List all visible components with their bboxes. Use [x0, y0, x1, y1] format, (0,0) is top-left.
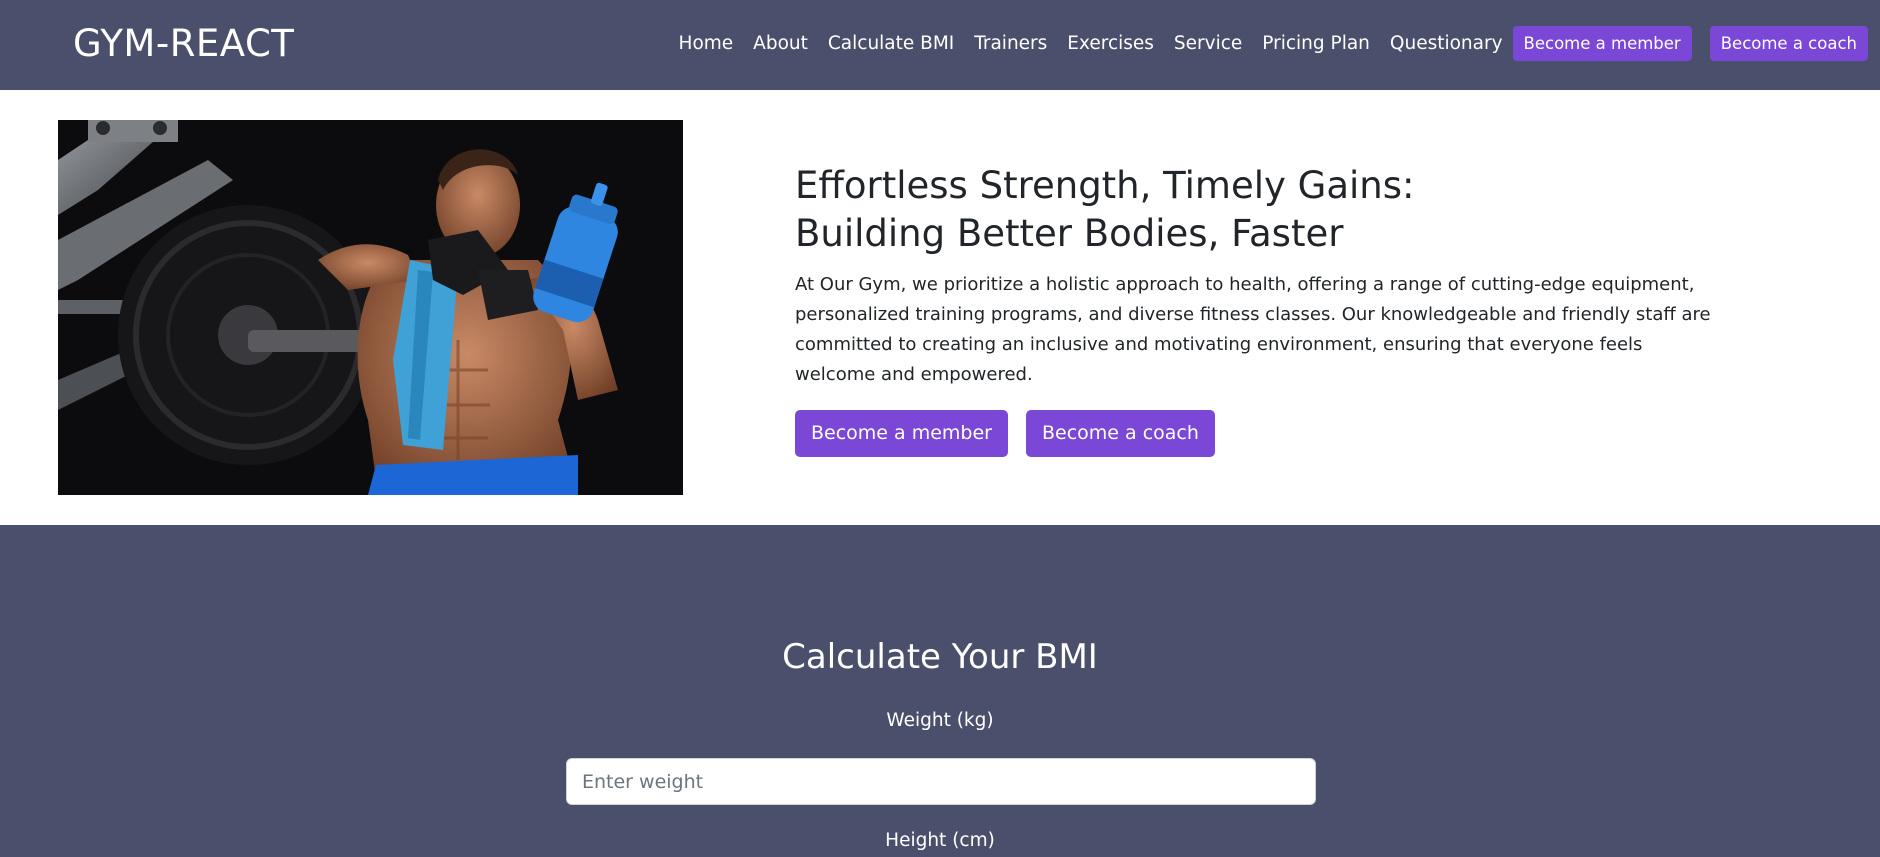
nav-become-member-button[interactable]: Become a member [1512, 25, 1692, 61]
nav-link-pricing-plan[interactable]: Pricing Plan [1262, 33, 1370, 54]
bmi-title: Calculate Your BMI [782, 637, 1098, 677]
hero-become-coach-button[interactable]: Become a coach [1025, 410, 1215, 457]
hero-section: Effortless Strength, Timely Gains: Build… [0, 90, 1880, 525]
bmi-section: Calculate Your BMI Weight (kg) Height (c… [0, 525, 1880, 857]
hero-text: Effortless Strength, Timely Gains: Build… [795, 162, 1715, 457]
navbar: GYM-REACT Home About Calculate BMI Train… [0, 0, 1880, 90]
hero-title: Effortless Strength, Timely Gains: Build… [795, 164, 1415, 255]
nav-link-exercises[interactable]: Exercises [1067, 33, 1154, 54]
nav-links: Home About Calculate BMI Trainers Exerci… [679, 23, 1868, 63]
hero-become-member-button[interactable]: Become a member [795, 410, 1008, 457]
nav-link-questionary[interactable]: Questionary [1390, 33, 1503, 54]
nav-link-home[interactable]: Home [679, 33, 734, 54]
brand-logo[interactable]: GYM-REACT [73, 22, 294, 65]
athlete-photo [58, 120, 683, 495]
nav-link-trainers[interactable]: Trainers [974, 33, 1047, 54]
hero-actions: Become a member Become a coach [795, 410, 1715, 457]
height-label: Height (cm) [885, 830, 995, 851]
weight-input[interactable] [566, 758, 1316, 805]
nav-become-coach-button[interactable]: Become a coach [1709, 25, 1868, 61]
nav-link-calculate-bmi[interactable]: Calculate BMI [828, 33, 954, 54]
hero-description: At Our Gym, we prioritize a holistic app… [795, 274, 1711, 385]
athlete-photo-illustration [58, 120, 683, 495]
weight-label: Weight (kg) [886, 710, 994, 731]
nav-link-service[interactable]: Service [1174, 33, 1242, 54]
nav-link-about[interactable]: About [753, 33, 808, 54]
